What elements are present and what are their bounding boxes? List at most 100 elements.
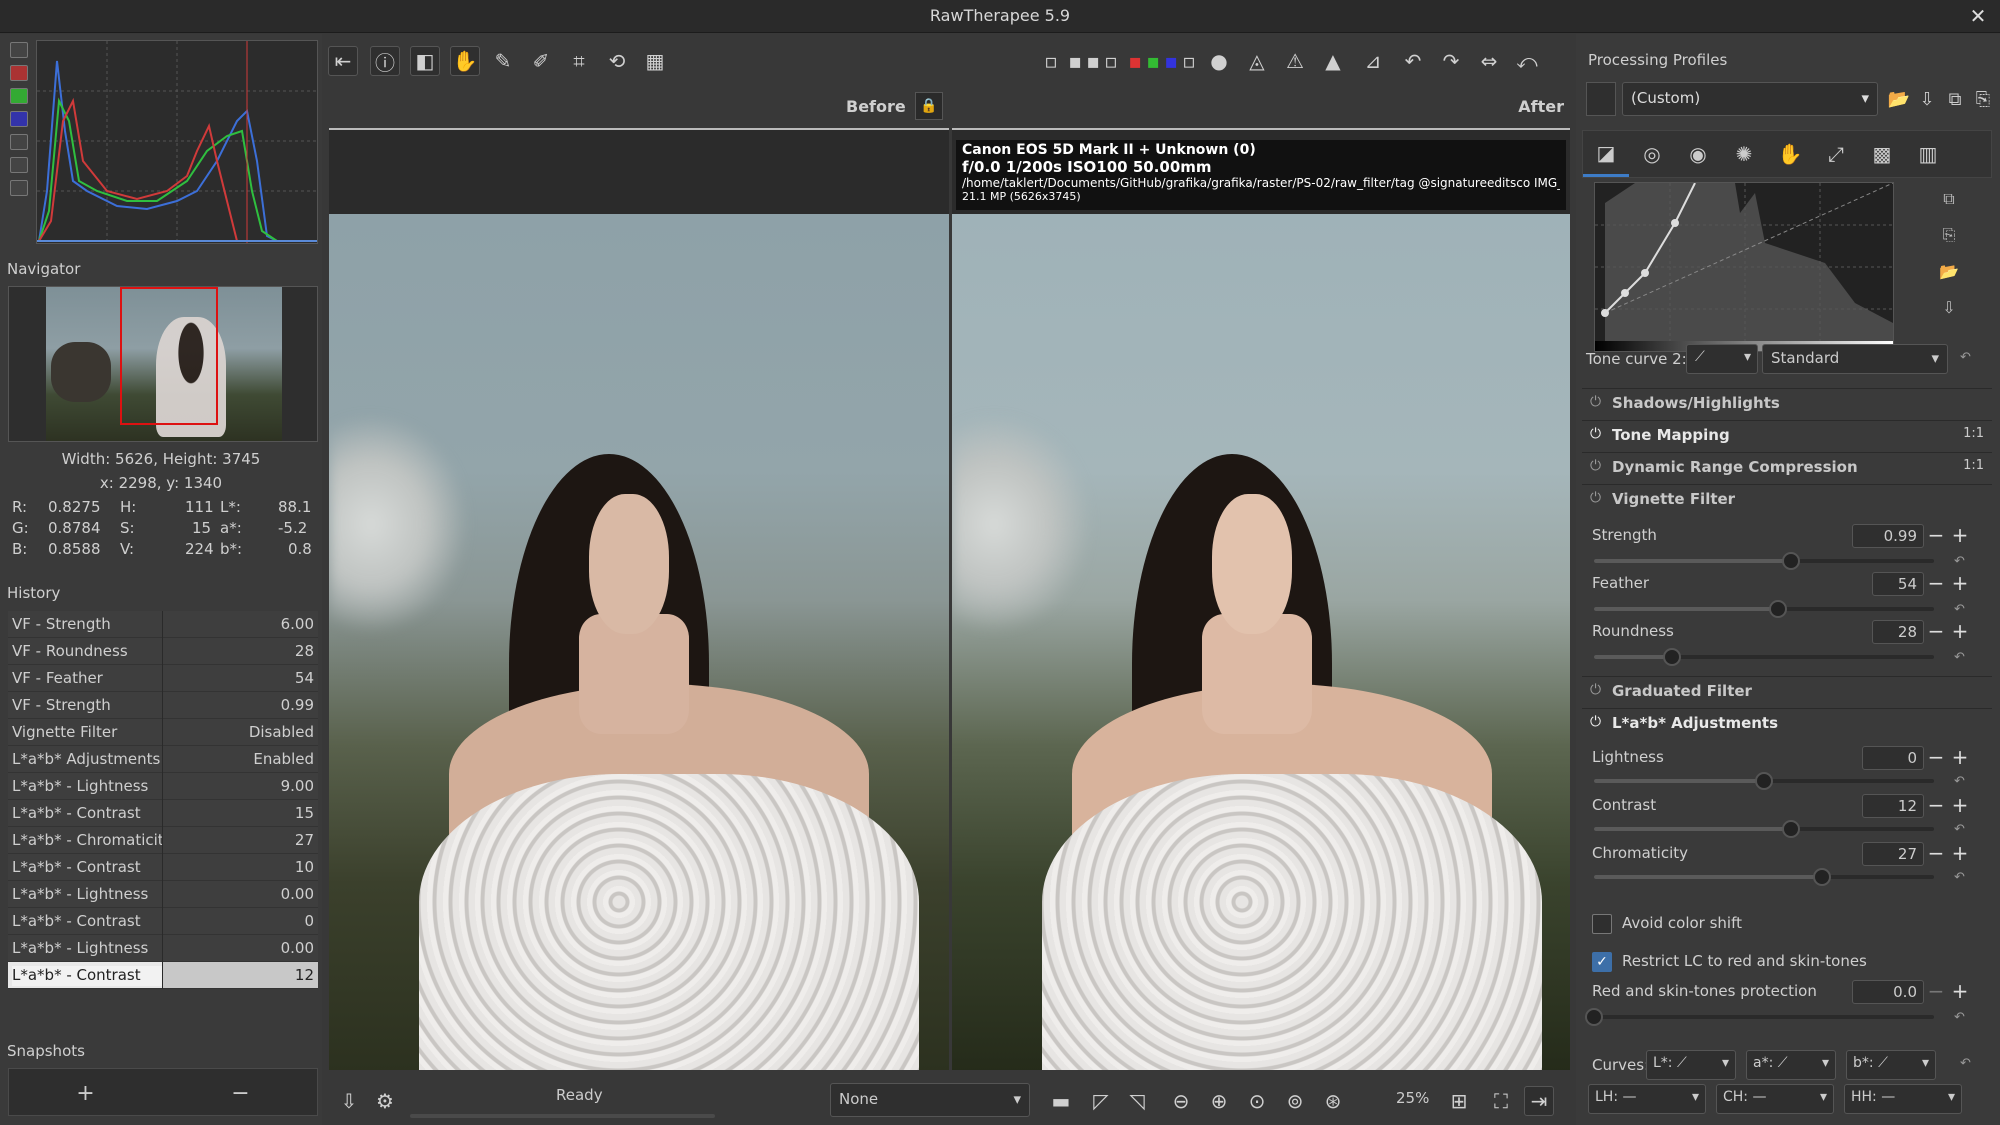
paste-curve-icon[interactable]: ⎘ [1936, 222, 1962, 248]
reset-icon[interactable]: ↶ [1954, 602, 1970, 618]
preview-luminance-channel-icon[interactable]: ▫ [1174, 46, 1204, 76]
history-item[interactable]: L*a*b* - Contrast 12 [8, 962, 318, 989]
reset-icon[interactable]: ↶ [1954, 650, 1970, 666]
clipped-highlights-warning-icon[interactable]: ⚠ [1280, 46, 1310, 76]
history-item[interactable]: L*a*b* - Lightness 0.00 [8, 881, 318, 908]
reset-icon[interactable]: ↶ [1954, 870, 1970, 886]
history-item[interactable]: L*a*b* - Chromaticity 27 [8, 827, 318, 854]
history-item[interactable]: L*a*b* - Lightness 9.00 [8, 773, 318, 800]
vignette-strength-decrement[interactable]: − [1926, 524, 1946, 548]
before-preview[interactable] [329, 128, 949, 1070]
lh-curve-select[interactable]: LH: — ▾ [1588, 1084, 1706, 1114]
tool-vignette-filter[interactable]: ⏻ Vignette Filter [1582, 484, 1992, 514]
add-snapshot-button[interactable]: + [8, 1083, 163, 1105]
a-curve-select[interactable]: a*: ⟋ ▾ [1746, 1050, 1836, 1080]
vignette-feather-value[interactable]: 54 [1872, 572, 1924, 596]
lab-contrast-increment[interactable]: + [1950, 794, 1970, 818]
close-icon[interactable]: ✕ [1966, 4, 1990, 28]
reset-icon[interactable]: ↶ [1954, 822, 1970, 838]
red-skin-protection-slider[interactable] [1585, 1008, 1934, 1026]
paste-profile-icon[interactable]: ⎘ [1970, 86, 1996, 112]
clipped-shadows-warning-icon[interactable]: ▲ [1318, 46, 1348, 76]
tool-shadows-highlights[interactable]: ⏻ Shadows/Highlights [1582, 388, 1992, 418]
history-item[interactable]: L*a*b* - Contrast 0 [8, 908, 318, 935]
save-curve-icon[interactable]: ⇩ [1936, 294, 1962, 320]
fullscreen-icon[interactable]: ⛶ [1486, 1086, 1516, 1116]
tone-curve-2-mode-select[interactable]: Standard ▾ [1762, 344, 1948, 374]
tab-color[interactable]: ◉ [1675, 131, 1721, 177]
reset-icon[interactable]: ↶ [1960, 350, 1976, 366]
power-icon[interactable]: ⏻ [1590, 394, 1606, 410]
zoom-fit-icon[interactable]: ⊙ [1242, 1086, 1272, 1116]
flip-horizontal-icon[interactable]: ⇔ [1474, 46, 1504, 76]
slider-handle[interactable] [1663, 648, 1682, 666]
save-image-icon[interactable]: ⇩ [334, 1086, 364, 1116]
tool-dynamic-range-compression[interactable]: ⏻ Dynamic Range Compression 1:1 [1582, 452, 1992, 482]
focus-mask-icon[interactable]: ● [1204, 46, 1234, 76]
reset-icon[interactable]: ↶ [1960, 1056, 1976, 1072]
straighten-icon[interactable]: ⟲ [602, 46, 632, 76]
copy-profile-icon[interactable]: ⧉ [1942, 86, 1968, 112]
hide-right-panel-icon[interactable]: ⇥ [1524, 1086, 1554, 1116]
tab-local[interactable]: ✋ [1767, 131, 1813, 177]
flip-vertical-icon[interactable]: ⤺ [1512, 46, 1542, 76]
vignette-strength-increment[interactable]: + [1950, 524, 1970, 548]
navigator-viewport-frame[interactable] [120, 287, 218, 425]
after-preview[interactable]: Canon EOS 5D Mark II + Unknown (0) f/0.0… [952, 128, 1570, 1070]
histogram-luminance-toggle-icon[interactable] [10, 134, 28, 150]
remove-snapshot-button[interactable]: − [163, 1083, 318, 1105]
slider-handle[interactable] [1768, 600, 1787, 618]
history-item[interactable]: L*a*b* - Contrast 15 [8, 800, 318, 827]
histogram-red-toggle-icon[interactable] [10, 65, 28, 81]
power-icon[interactable]: ⏻ [1590, 490, 1606, 506]
vignette-strength-value[interactable]: 0.99 [1852, 524, 1924, 548]
tool-tone-mapping[interactable]: ⏻ Tone Mapping 1:1 [1582, 420, 1992, 450]
power-icon[interactable]: ⏻ [1590, 714, 1606, 730]
open-profile-icon[interactable]: 📂 [1886, 86, 1912, 112]
vignette-feather-slider[interactable] [1594, 600, 1934, 618]
tab-exposure[interactable]: ◪ [1583, 131, 1629, 177]
b-curve-select[interactable]: b*: ⟋ ▾ [1846, 1050, 1936, 1080]
tone-curve-editor[interactable] [1594, 182, 1894, 352]
send-to-queue-icon[interactable]: ⚙ [370, 1086, 400, 1116]
vignette-roundness-slider[interactable] [1594, 648, 1934, 666]
clipped-shadows-icon[interactable]: ◬ [1242, 46, 1272, 76]
preview-select[interactable]: None ▾ [830, 1083, 1030, 1117]
history-item[interactable]: L*a*b* - Lightness 0.00 [8, 935, 318, 962]
histogram-raw-toggle-icon[interactable] [10, 42, 28, 58]
lab-lightness-value[interactable]: 0 [1862, 746, 1924, 770]
lock-icon[interactable]: 🔒 [915, 92, 943, 120]
red-skin-protection-decrement[interactable]: − [1926, 980, 1946, 1004]
navigator-thumbnail[interactable] [46, 287, 282, 441]
rotate-left-icon[interactable]: ↶ [1398, 46, 1428, 76]
tool-graduated-filter[interactable]: ⏻ Graduated Filter [1582, 676, 1992, 706]
power-icon[interactable]: ⏻ [1590, 458, 1606, 474]
tab-advanced[interactable]: ✺ [1721, 131, 1767, 177]
white-balance-picker-icon[interactable]: ✎ [488, 46, 518, 76]
l-curve-select[interactable]: L*: ⟋ ▾ [1646, 1050, 1736, 1080]
history-item[interactable]: L*a*b* Adjustments Enabled [8, 746, 318, 773]
lab-lightness-increment[interactable]: + [1950, 746, 1970, 770]
lab-lightness-decrement[interactable]: − [1926, 746, 1946, 770]
vignette-roundness-value[interactable]: 28 [1872, 620, 1924, 644]
vignette-feather-decrement[interactable]: − [1926, 572, 1946, 596]
restrict-lc-checkbox[interactable]: ✓ [1592, 952, 1612, 972]
crop-icon[interactable]: ⌗ [564, 46, 594, 76]
hide-left-panel-icon[interactable]: ⇤ [328, 46, 358, 76]
navigation-prev-icon[interactable]: ◸ [1086, 1086, 1116, 1116]
slider-handle[interactable] [1812, 868, 1831, 886]
lab-chromaticity-value[interactable]: 27 [1862, 842, 1924, 866]
slider-handle[interactable] [1755, 772, 1773, 790]
new-detail-window-icon[interactable]: ⊞ [1444, 1086, 1474, 1116]
history-item[interactable]: Vignette Filter Disabled [8, 719, 318, 746]
tab-raw[interactable]: ▩ [1859, 131, 1905, 177]
histogram-chroma-toggle-icon[interactable] [10, 157, 28, 173]
history-item[interactable]: VF - Strength 0.99 [8, 692, 318, 719]
vignette-roundness-decrement[interactable]: − [1926, 620, 1946, 644]
histogram-blue-toggle-icon[interactable] [10, 111, 28, 127]
power-icon[interactable]: ⏻ [1590, 682, 1606, 698]
open-curve-icon[interactable]: 📂 [1936, 258, 1962, 284]
history-item[interactable]: VF - Feather 54 [8, 665, 318, 692]
slider-handle[interactable] [1585, 1008, 1603, 1026]
lab-contrast-decrement[interactable]: − [1926, 794, 1946, 818]
